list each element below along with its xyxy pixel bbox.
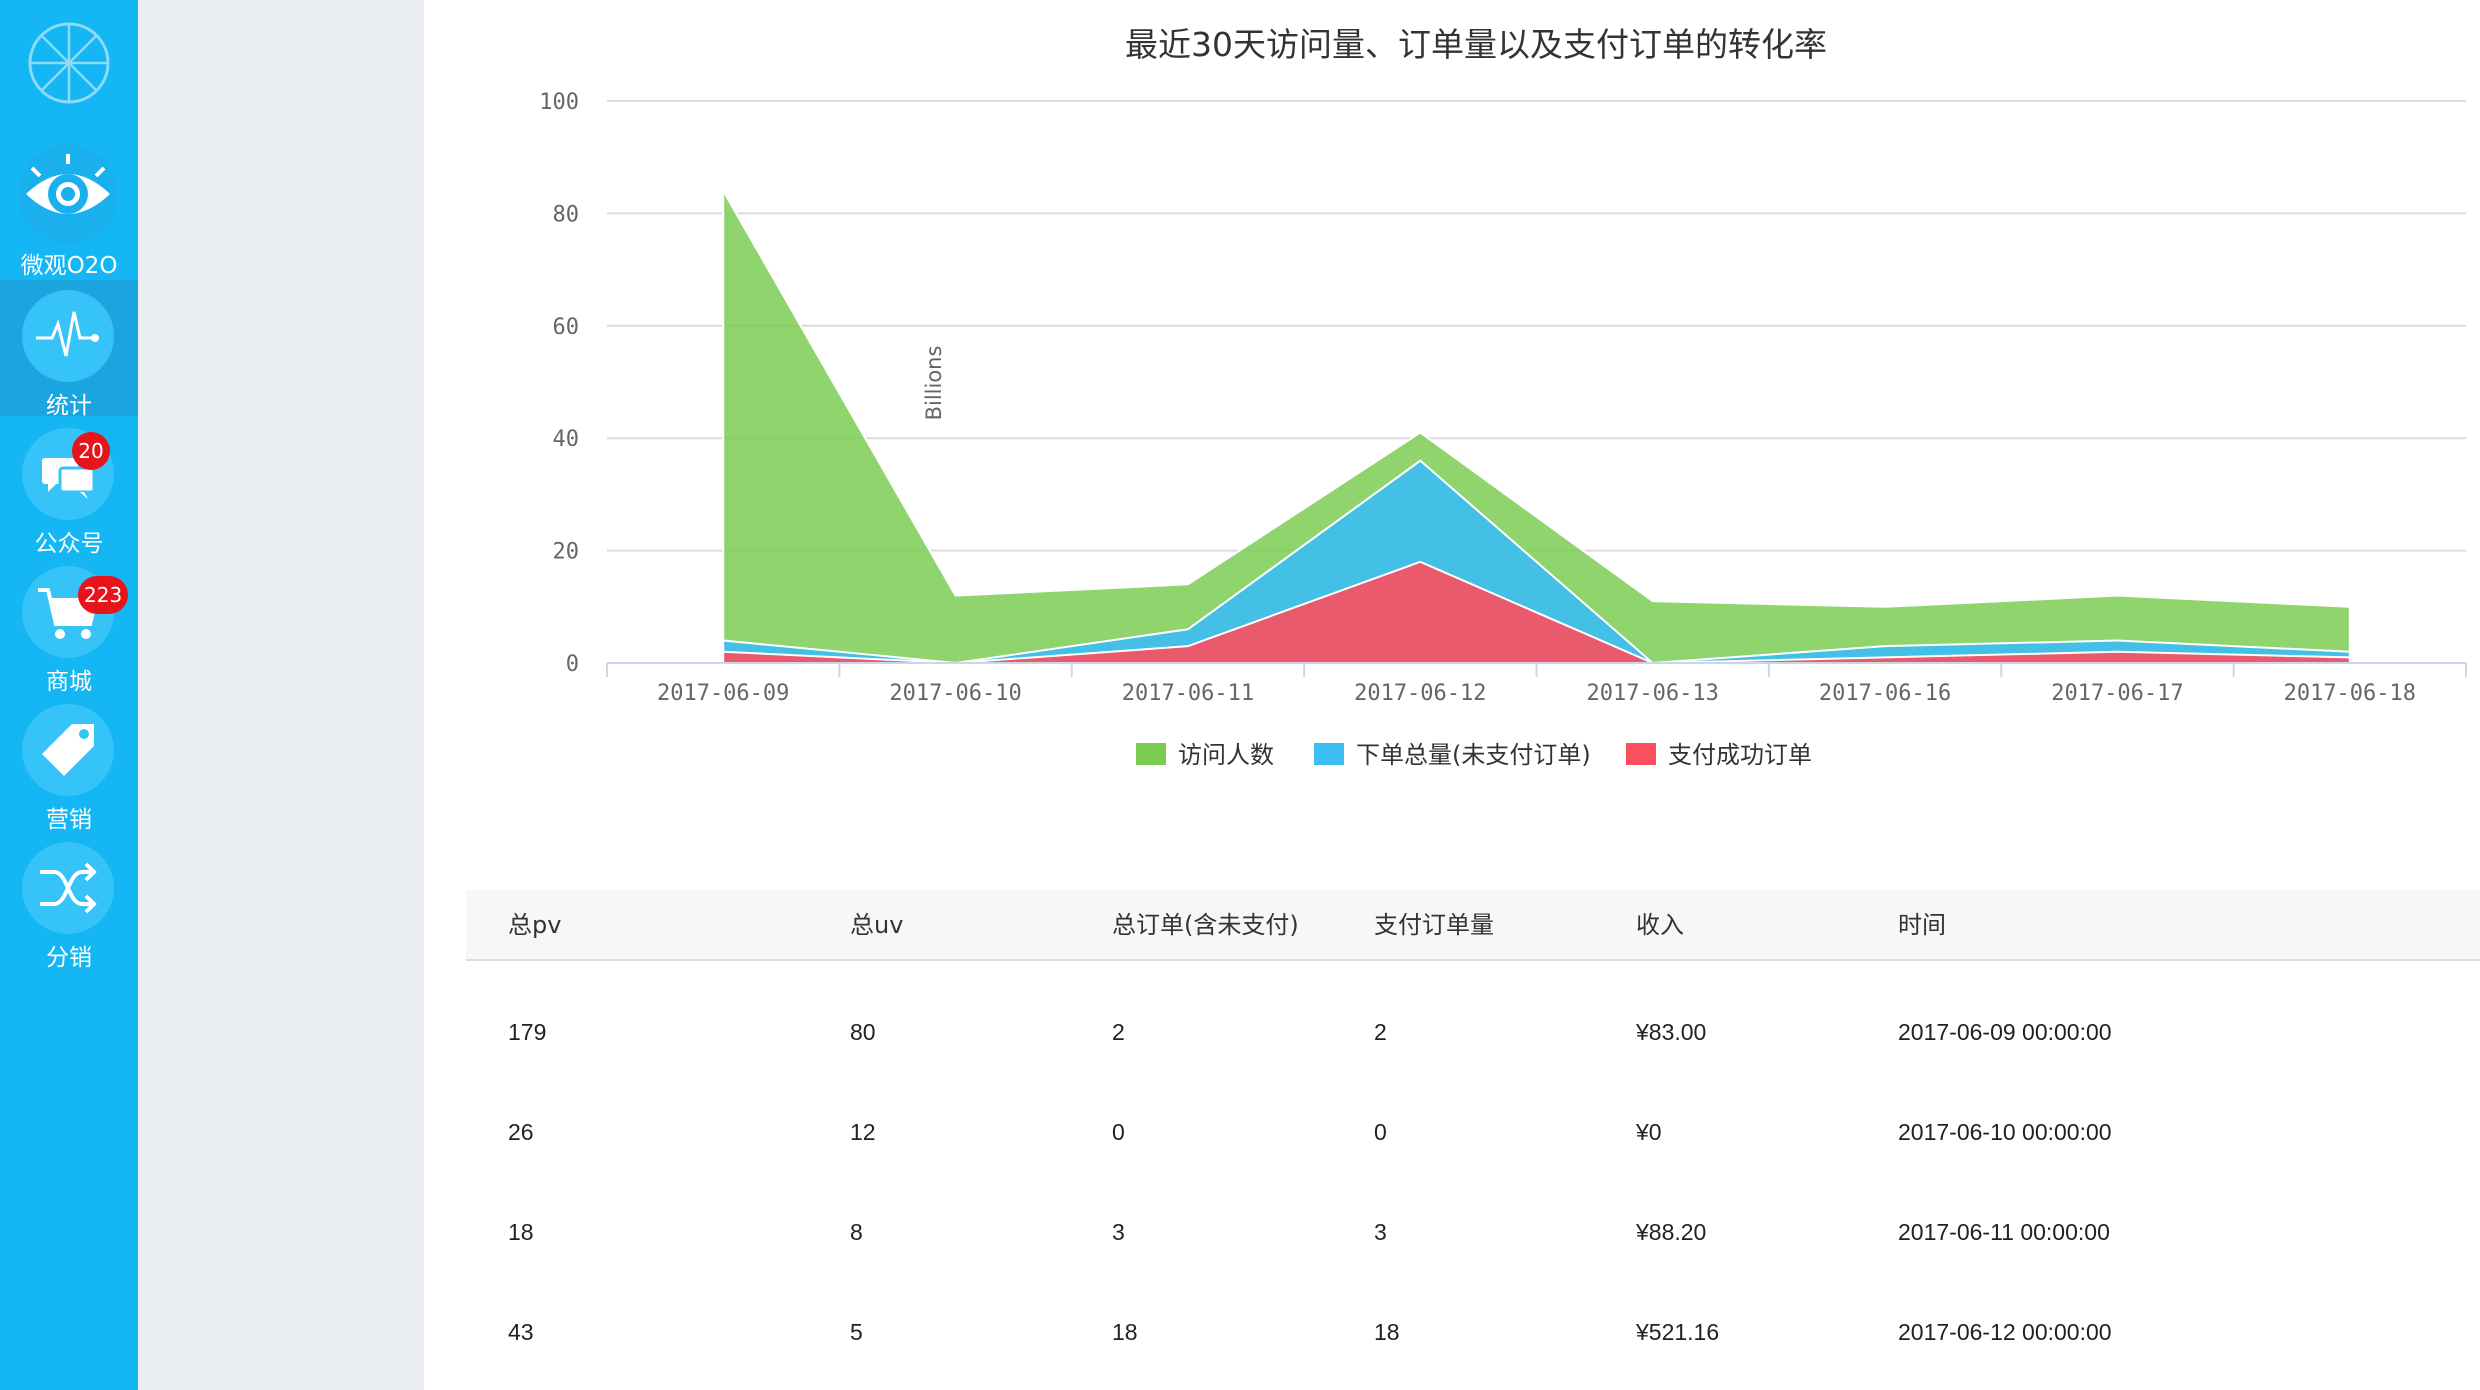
legend-label: 下单总量(未支付订单) xyxy=(1356,741,1591,769)
table-cell: 5 xyxy=(850,1319,863,1345)
eye-icon xyxy=(18,144,118,244)
x-tick-label: 2017-06-10 xyxy=(889,681,1021,706)
sidebar-item-label: 商城 xyxy=(46,669,92,695)
sidebar-item-label: 公众号 xyxy=(34,531,104,557)
notification-badge: 223 xyxy=(78,576,129,614)
sidebar-item-official-account[interactable]: 20 公众号 xyxy=(0,418,138,557)
table-cell: 2017-06-09 00:00:00 xyxy=(1898,1019,2112,1045)
app-window: 微观O2O 统计 20 公众号 223 商城 营销 分销 最近30天访问量、订单… xyxy=(0,0,2480,1390)
notification-badge: 20 xyxy=(72,432,110,470)
table-cell: 2017-06-12 00:00:00 xyxy=(1898,1319,2112,1345)
table-cell: ¥521.16 xyxy=(1636,1319,1720,1345)
column-header-orders: 总订单(含未支付) xyxy=(1112,911,1299,939)
table-row: 18 8 3 3 ¥88.20 2017-06-11 00:00:00 xyxy=(466,1182,2480,1282)
sidebar-item-marketing[interactable]: 营销 xyxy=(0,694,138,833)
legend-item[interactable]: 支付成功订单 xyxy=(1626,741,1812,769)
table-header: 总pv 总uv 总订单(含未支付) 支付订单量 收入 时间 xyxy=(466,890,2480,961)
x-tick-label: 2017-06-09 xyxy=(657,681,789,706)
y-tick-label: 40 xyxy=(553,427,580,452)
table-cell: 0 xyxy=(1374,1119,1387,1145)
x-tick-label: 2017-06-13 xyxy=(1586,681,1718,706)
column-header-uv: 总uv xyxy=(850,911,904,939)
table-cell: 8 xyxy=(850,1219,863,1245)
secondary-panel xyxy=(138,0,424,1390)
stacked-area-chart: 最近30天访问量、订单量以及支付订单的转化率 0 20 40 60 80 100 Bill… xyxy=(539,25,2467,769)
column-header-pv: 总pv xyxy=(508,911,562,939)
logo-icon xyxy=(28,22,110,104)
table-cell: ¥83.00 xyxy=(1636,1019,1707,1045)
table-cell: 3 xyxy=(1374,1219,1387,1245)
table-cell: ¥0 xyxy=(1636,1119,1662,1145)
sidebar-item-statistics[interactable]: 统计 xyxy=(0,280,138,419)
table-cell: 18 xyxy=(1374,1319,1400,1345)
legend-label: 访问人数 xyxy=(1178,741,1274,769)
sidebar: 微观O2O 统计 20 公众号 223 商城 营销 分销 xyxy=(0,0,138,1390)
table-cell: 2017-06-11 00:00:00 xyxy=(1898,1219,2110,1245)
y-axis-label: Billions xyxy=(922,346,946,421)
legend-swatch xyxy=(1314,743,1344,765)
y-axis-ticks: 0 20 40 60 80 100 xyxy=(539,90,579,677)
table-cell: ¥88.20 xyxy=(1636,1219,1707,1245)
legend-item[interactable]: 下单总量(未支付订单) xyxy=(1314,741,1591,769)
sidebar-item-weiguan[interactable]: 微观O2O xyxy=(0,140,138,279)
y-tick-label: 80 xyxy=(553,202,580,227)
table-cell: 2017-06-10 00:00:00 xyxy=(1898,1119,2112,1145)
sidebar-item-label: 营销 xyxy=(46,807,92,833)
stats-table: 总pv 总uv 总订单(含未支付) 支付订单量 收入 时间 179 80 2 2 ¥83… xyxy=(466,890,2480,1345)
legend-swatch xyxy=(1136,743,1166,765)
chart-legend: 访问人数 下单总量(未支付订单) 支付成功订单 xyxy=(1136,741,1812,769)
table-cell: 80 xyxy=(850,1019,876,1045)
sidebar-item-mall[interactable]: 223 商城 xyxy=(0,556,138,695)
table-cell: 0 xyxy=(1112,1119,1125,1145)
legend-swatch xyxy=(1626,743,1656,765)
table-cell: 12 xyxy=(850,1119,876,1145)
table-cell: 179 xyxy=(508,1019,547,1045)
sidebar-item-label: 分销 xyxy=(46,945,92,971)
table-cell: 2 xyxy=(1112,1019,1125,1045)
column-header-income: 收入 xyxy=(1636,911,1684,939)
main-content: 最近30天访问量、订单量以及支付订单的转化率 0 20 40 60 80 100 Bill… xyxy=(424,0,2480,1390)
table-cell: 3 xyxy=(1112,1219,1125,1245)
sidebar-item-distribution[interactable]: 分销 xyxy=(0,832,138,971)
table-cell: 18 xyxy=(508,1219,534,1245)
shuffle-icon xyxy=(22,842,114,934)
table-row: 179 80 2 2 ¥83.00 2017-06-09 00:00:00 xyxy=(466,982,2480,1082)
table-cell: 2 xyxy=(1374,1019,1387,1045)
x-axis: 2017-06-09 2017-06-10 2017-06-11 2017-06-12… xyxy=(606,662,2467,706)
table-cell: 43 xyxy=(508,1319,534,1345)
y-tick-label: 60 xyxy=(553,315,580,340)
x-tick-label: 2017-06-16 xyxy=(1819,681,1951,706)
x-tick-label: 2017-06-11 xyxy=(1122,681,1254,706)
legend-label: 支付成功订单 xyxy=(1668,741,1812,769)
table-row: 26 12 0 0 ¥0 2017-06-10 00:00:00 xyxy=(466,1082,2480,1182)
y-tick-label: 0 xyxy=(566,652,579,677)
x-tick-label: 2017-06-18 xyxy=(2284,681,2416,706)
tag-icon xyxy=(22,704,114,796)
x-tick-label: 2017-06-17 xyxy=(2051,681,2183,706)
sidebar-item-label: 微观O2O xyxy=(20,253,118,279)
chart-title: 最近30天访问量、订单量以及支付订单的转化率 xyxy=(1125,25,1827,64)
legend-item[interactable]: 访问人数 xyxy=(1136,741,1274,769)
table-row: 43 5 18 18 ¥521.16 2017-06-12 00:00:00 xyxy=(466,1282,2480,1382)
y-tick-label: 20 xyxy=(553,540,580,565)
x-tick-label: 2017-06-12 xyxy=(1354,681,1486,706)
column-header-time: 时间 xyxy=(1898,911,1946,939)
sidebar-item-label: 统计 xyxy=(46,393,92,419)
y-tick-label: 100 xyxy=(539,90,579,115)
table-cell: 18 xyxy=(1112,1319,1138,1345)
pulse-icon xyxy=(22,290,114,382)
chart-areas xyxy=(722,187,2351,665)
table-cell: 26 xyxy=(508,1119,534,1145)
column-header-paid-orders: 支付订单量 xyxy=(1374,911,1494,939)
